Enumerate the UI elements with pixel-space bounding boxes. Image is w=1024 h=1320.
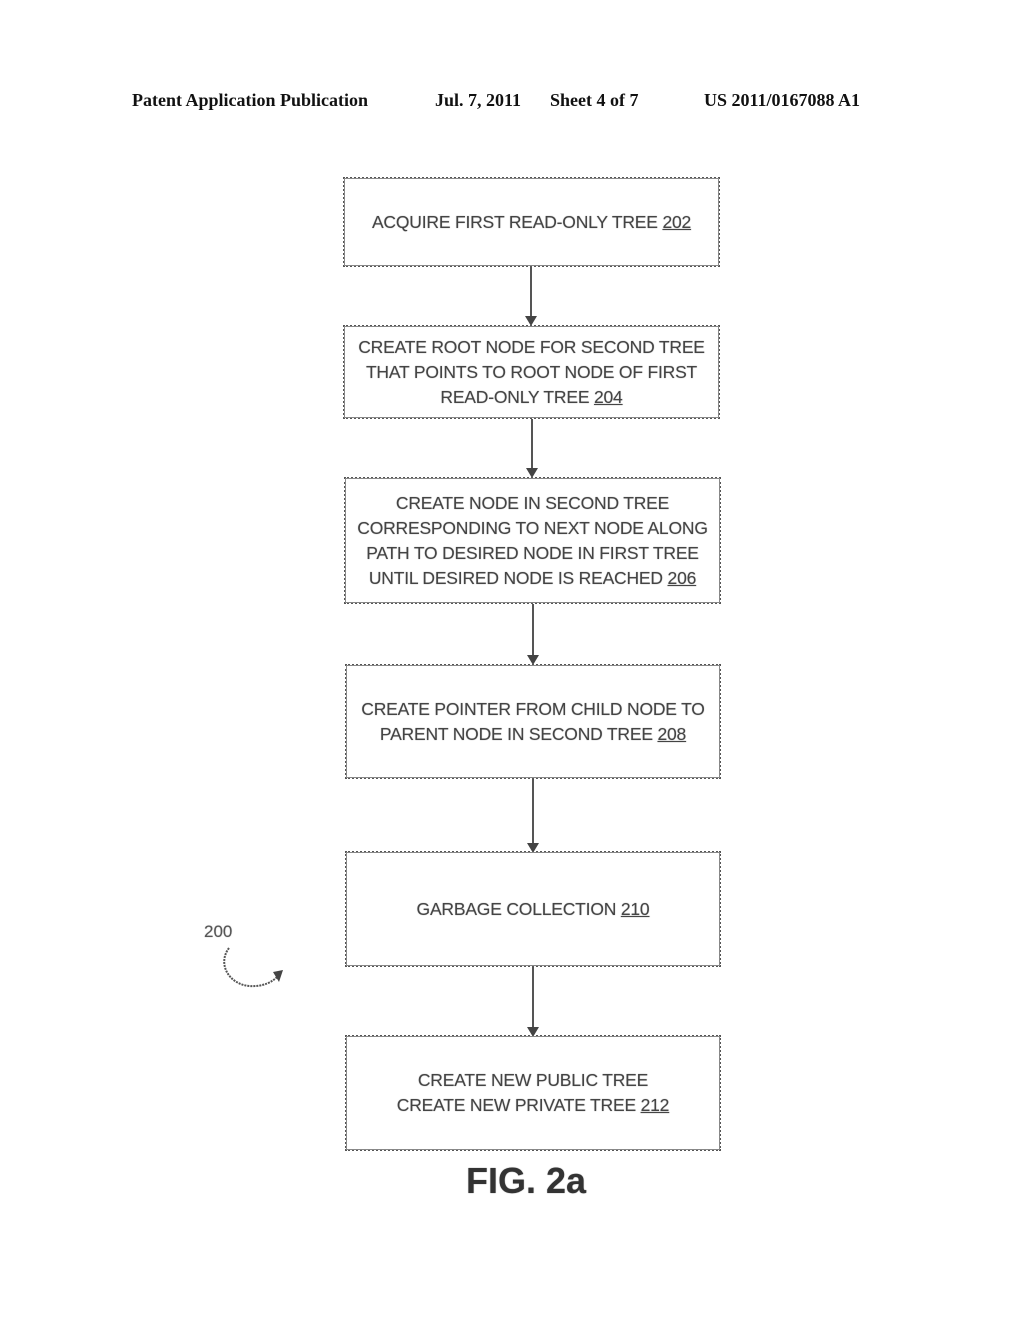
flow-arrow [527,604,539,665]
step-ref: 208 [657,723,687,744]
step-line: PATH TO DESIRED NODE IN FIRST TREE [366,542,699,563]
step-ref: 204 [593,386,623,407]
step-208-box: CREATE POINTER FROM CHILD NODE TO PARENT… [345,664,721,779]
publication-title: Patent Application Publication [132,90,369,110]
step-text: CREATE NODE IN SECOND TREE CORRESPONDING… [357,491,708,591]
sheet-number: Sheet 4 of 7 [550,90,639,110]
step-212-box: CREATE NEW PUBLIC TREE CREATE NEW PRIVAT… [345,1035,721,1151]
step-line: PARENT NODE IN SECOND TREE [379,723,653,744]
flow-arrow [525,267,537,326]
step-line: CREATE NODE IN SECOND TREE [395,492,670,513]
flow-arrow [527,779,539,853]
flow-arrow [526,419,538,478]
step-line: READ-ONLY TREE [440,386,590,407]
step-text: GARBAGE COLLECTION 210 [417,897,650,922]
step-210-box: GARBAGE COLLECTION 210 [345,851,721,967]
step-204-box: CREATE ROOT NODE FOR SECOND TREE THAT PO… [343,325,720,419]
step-text: CREATE ROOT NODE FOR SECOND TREE THAT PO… [358,335,705,410]
step-ref: 202 [662,211,692,232]
step-line: CREATE POINTER FROM CHILD NODE TO [361,698,705,719]
publication-date: Jul. 7, 2011 [435,90,522,110]
step-line: UNTIL DESIRED NODE IS REACHED [368,567,663,588]
step-ref: 212 [640,1095,670,1115]
step-206-box: CREATE NODE IN SECOND TREE CORRESPONDING… [344,477,721,604]
step-line: CREATE ROOT NODE FOR SECOND TREE [358,336,705,357]
step-202-box: ACQUIRE FIRST READ-ONLY TREE 202 [343,177,720,267]
step-line: GARBAGE COLLECTION [416,898,617,919]
step-line: CORRESPONDING TO NEXT NODE ALONG [357,517,708,538]
step-ref: 206 [667,567,697,588]
step-text: CREATE POINTER FROM CHILD NODE TO PARENT… [361,697,705,747]
step-line: CREATE NEW PUBLIC TREE [417,1070,649,1090]
step-ref: 210 [620,898,650,919]
figure-label: FIG. 2a [466,1160,587,1201]
step-text: CREATE NEW PUBLIC TREE CREATE NEW PRIVAT… [396,1068,670,1118]
step-line: THAT POINTS TO ROOT NODE OF FIRST [365,361,698,382]
flow-arrow [527,967,539,1037]
flowchart-reference-numeral: 200 [204,922,233,941]
patent-number: US 2011/0167088 A1 [704,90,861,110]
step-text: ACQUIRE FIRST READ-ONLY TREE 202 [372,210,691,235]
curved-arrow-icon [223,947,283,988]
step-line: CREATE NEW PRIVATE TREE [396,1095,636,1115]
step-line: ACQUIRE FIRST READ-ONLY TREE [371,211,658,232]
